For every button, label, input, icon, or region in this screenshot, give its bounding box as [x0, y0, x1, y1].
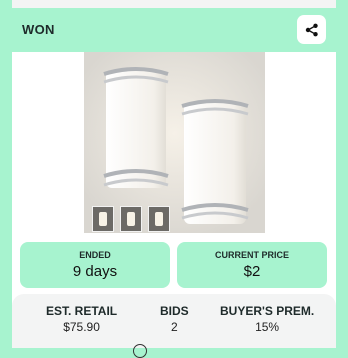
est-retail-stat: EST. RETAIL $75.90: [46, 304, 117, 334]
ended-value: 9 days: [72, 263, 118, 280]
top-strip: [12, 0, 336, 8]
auction-tiles: ENDED 9 days CURRENT PRICE $2: [20, 242, 327, 288]
current-price-tile: CURRENT PRICE $2: [177, 242, 327, 288]
product-photo[interactable]: [84, 52, 265, 233]
current-price-label: CURRENT PRICE: [214, 250, 289, 260]
buyers-premium-label: BUYER'S PREM.: [220, 304, 315, 318]
share-button[interactable]: [297, 15, 326, 44]
bids-value: 2: [170, 320, 178, 334]
buyers-premium-stat: BUYER'S PREM. 15%: [220, 304, 314, 334]
thumbnail[interactable]: [120, 206, 142, 232]
auction-card: ENDED 9 days CURRENT PRICE $2 EST. RETAI…: [12, 52, 336, 358]
bids-label: BIDS: [160, 304, 189, 318]
share-icon: [305, 23, 318, 36]
est-retail-label: EST. RETAIL: [46, 304, 118, 318]
ended-label: ENDED: [79, 250, 111, 260]
est-retail-value: $75.90: [63, 320, 100, 334]
auction-status: WON: [22, 22, 55, 37]
buyers-premium-value: 15%: [255, 320, 280, 334]
thumbnail[interactable]: [148, 206, 170, 232]
info-icon[interactable]: [133, 344, 147, 358]
current-price-value: $2: [243, 263, 261, 280]
ended-tile: ENDED 9 days: [20, 242, 170, 288]
stats-panel: EST. RETAIL $75.90 BIDS 2 BUYER'S PREM. …: [12, 294, 336, 358]
thumbnail-strip: [92, 206, 170, 232]
thumbnail[interactable]: [92, 206, 114, 232]
bids-stat: BIDS 2: [160, 304, 189, 334]
auction-header: WON: [12, 8, 336, 52]
